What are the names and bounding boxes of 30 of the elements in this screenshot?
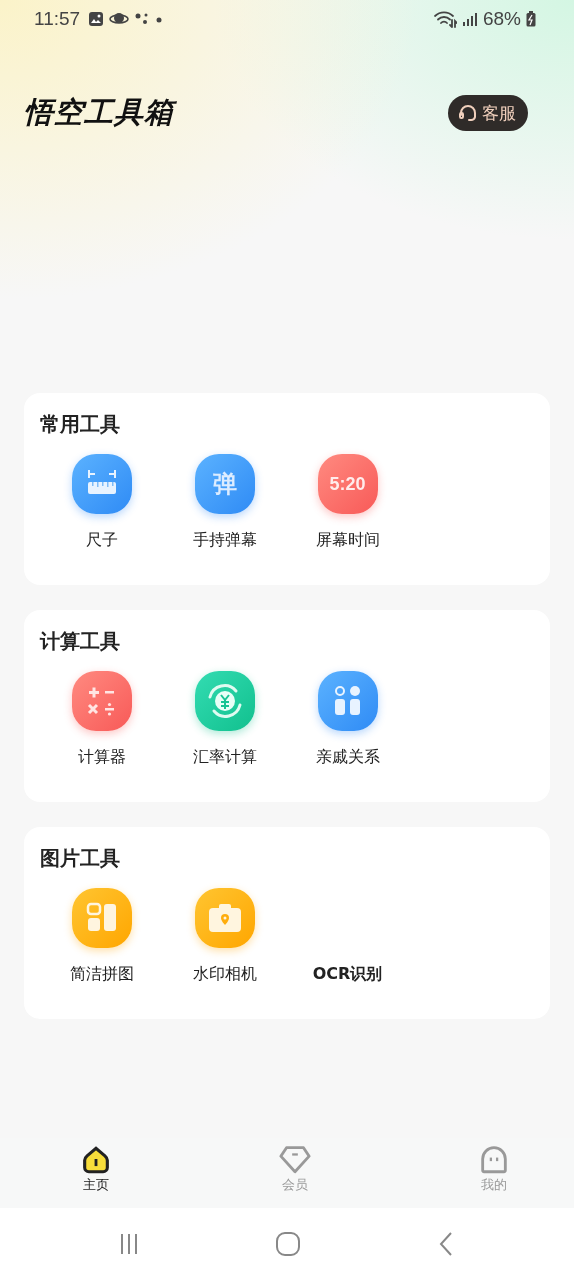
tool-item[interactable]: 亲戚关系 xyxy=(286,671,409,768)
tool-item[interactable]: 尺子 xyxy=(40,454,163,551)
headset-icon xyxy=(458,103,478,123)
tool-item[interactable]: 简洁拼图 xyxy=(40,888,163,985)
app-icon: 弹 xyxy=(194,454,255,514)
tool-item[interactable]: 计算器 xyxy=(40,671,163,768)
people-icon xyxy=(317,671,378,731)
section-title: 计算工具 xyxy=(40,628,121,655)
currency-exchange-icon xyxy=(194,671,255,731)
image-icon xyxy=(88,11,105,27)
signal-icon xyxy=(461,11,478,27)
wifi-icon xyxy=(432,10,457,28)
ruler-icon xyxy=(71,454,132,514)
clock-time: 11:57 xyxy=(34,8,81,30)
tool-item[interactable]: OCR识别 xyxy=(286,888,409,985)
collage-icon xyxy=(71,888,132,948)
section-title: 常用工具 xyxy=(40,411,121,438)
camera-icon xyxy=(194,888,255,948)
section-title: 图片工具 xyxy=(40,845,121,872)
app-icon: 5:20 xyxy=(317,454,378,514)
nav-tab[interactable]: 主页 xyxy=(64,1138,128,1208)
tool-item[interactable]: 5:20 屏幕时间 xyxy=(286,454,409,551)
tool-item[interactable]: 水印相机 xyxy=(163,888,286,985)
calculator-icon xyxy=(71,671,132,731)
tool-item[interactable]: 汇率计算 xyxy=(163,671,286,768)
customer-service-button[interactable]: 客服 xyxy=(448,95,528,131)
tool-item[interactable]: 弹 手持弹幕 xyxy=(163,454,286,551)
battery-icon xyxy=(526,11,536,27)
battery-percent: 68% xyxy=(482,8,521,30)
planet-icon xyxy=(109,11,130,27)
